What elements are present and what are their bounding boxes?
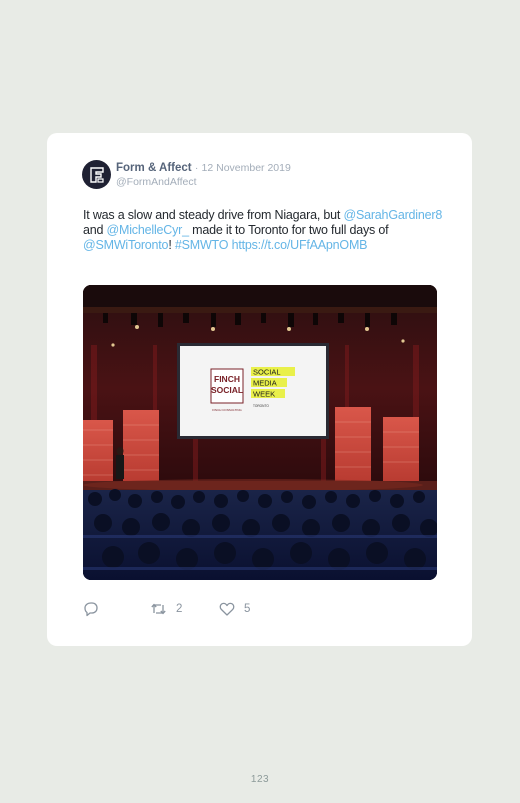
reply-icon xyxy=(84,602,98,617)
mention-link[interactable]: @MichelleCyr_ xyxy=(107,223,190,237)
like-button[interactable]: 5 xyxy=(219,600,250,618)
retweet-count: 2 xyxy=(176,603,183,615)
retweet-icon xyxy=(151,603,166,615)
author-handle[interactable]: @FormAndAffect xyxy=(116,176,197,188)
tweet-header: Form & Affect · 12 November 2019 xyxy=(116,162,291,174)
tweet-text: It was a slow and steady drive from Niag… xyxy=(83,208,443,253)
conference-stage-image: FINCH SOCIAL FINCH CONSULTING SOCIAL MED… xyxy=(83,285,437,580)
tweet-text-part: made it to Toronto for two full days of xyxy=(188,223,389,237)
tweet-card: Form & Affect · 12 November 2019 @FormAn… xyxy=(47,133,472,646)
tweet-text-part: and xyxy=(83,223,107,237)
tweet-actions: 2 5 xyxy=(83,600,383,618)
mention-link[interactable]: @SarahGardiner8 xyxy=(343,208,442,222)
slide-right-line3: WEEK xyxy=(253,390,275,399)
form-and-affect-logo-icon xyxy=(89,166,104,183)
hashtag-link[interactable]: #SMWTO xyxy=(175,238,229,252)
slide-right-line2: MEDIA xyxy=(253,379,277,388)
reply-button[interactable] xyxy=(83,600,99,618)
author-name[interactable]: Form & Affect xyxy=(116,162,192,174)
slide-left-line1: FINCH xyxy=(214,374,240,384)
slide-right-line1: SOCIAL xyxy=(253,368,281,377)
url-link[interactable]: https://t.co/UFfAApnOMB xyxy=(232,238,368,252)
slide-left-sub: FINCH CONSULTING xyxy=(212,408,242,412)
retweet-button[interactable]: 2 xyxy=(150,600,182,618)
tweet-date[interactable]: 12 November 2019 xyxy=(202,162,291,174)
tweet-text-part: It was a slow and steady drive from Niag… xyxy=(83,208,344,222)
like-count: 5 xyxy=(244,603,251,615)
mention-link[interactable]: @SMWiToronto xyxy=(83,238,169,252)
heart-icon xyxy=(219,602,235,616)
page-number: 123 xyxy=(250,774,270,785)
header-separator: · xyxy=(194,162,199,174)
avatar[interactable] xyxy=(82,160,111,189)
tweet-photo[interactable]: FINCH SOCIAL FINCH CONSULTING SOCIAL MED… xyxy=(83,285,437,580)
slide-left-line2: SOCIAL xyxy=(211,385,243,395)
slide-right-sub: TORONTO xyxy=(253,404,269,408)
